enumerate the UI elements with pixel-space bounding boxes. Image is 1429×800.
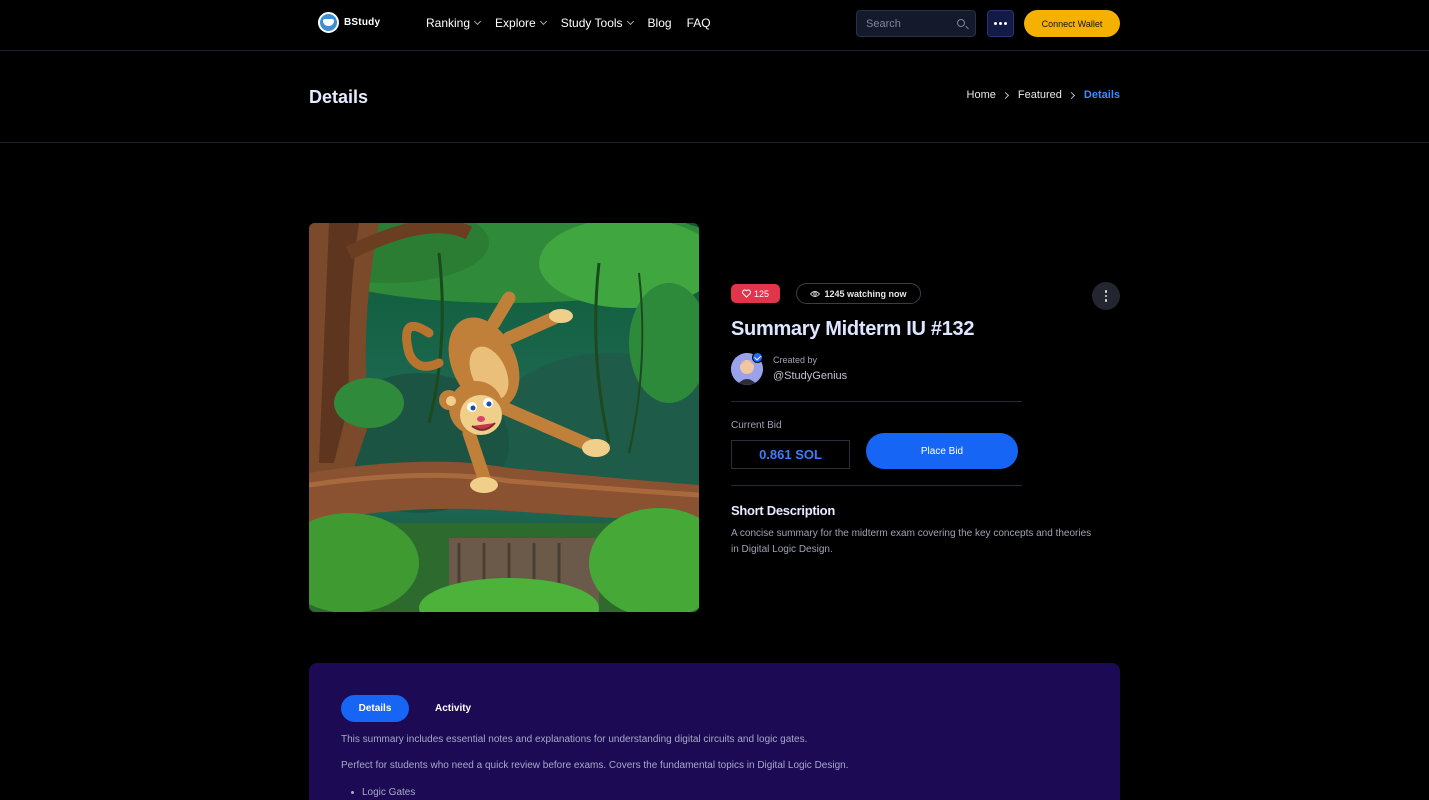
logo-text: BStudy xyxy=(344,17,381,28)
nav-faq[interactable]: FAQ xyxy=(687,16,711,30)
item-title: Summary Midterm IU #132 xyxy=(731,318,975,340)
details-panel: Details Activity This summary includes e… xyxy=(309,663,1120,800)
list-item: Logic Gates xyxy=(351,787,415,798)
nav-label: Ranking xyxy=(426,16,471,30)
more-horizontal-icon xyxy=(999,22,1002,25)
chevron-down-icon xyxy=(473,17,482,26)
connect-wallet-button[interactable]: Connect Wallet xyxy=(1024,10,1120,37)
creator-name[interactable]: @StudyGenius xyxy=(773,370,847,382)
breadcrumb-current: Details xyxy=(1083,89,1120,101)
nav-blog[interactable]: Blog xyxy=(648,16,672,30)
more-menu-button[interactable] xyxy=(987,10,1014,37)
current-bid-label: Current Bid xyxy=(731,420,782,431)
nav-label: Blog xyxy=(647,16,672,30)
verified-icon xyxy=(752,352,763,363)
nav-study-tools[interactable]: Study Tools xyxy=(560,16,634,30)
like-button[interactable]: 125 xyxy=(731,284,780,303)
top-navbar: BStudy Ranking Explore Study Tools Blog … xyxy=(0,0,1429,51)
more-horizontal-icon xyxy=(1004,22,1007,25)
nav-label: Study Tools xyxy=(560,16,623,30)
item-options-button[interactable] xyxy=(1092,282,1120,310)
more-vertical-icon xyxy=(1104,299,1108,302)
tab-details[interactable]: Details xyxy=(341,695,409,722)
nav-ranking[interactable]: Ranking xyxy=(426,16,482,30)
heart-icon xyxy=(742,289,751,298)
divider xyxy=(731,485,1022,486)
eye-icon xyxy=(810,290,821,297)
current-bid-value: 0.861 SOL xyxy=(731,440,850,469)
bullet xyxy=(351,791,354,794)
more-vertical-icon xyxy=(1104,290,1108,293)
page-title: Details xyxy=(309,87,369,107)
divider xyxy=(731,401,1022,402)
search-input[interactable] xyxy=(866,16,956,32)
breadcrumb-featured[interactable]: Featured xyxy=(1018,89,1062,101)
breadcrumb-home[interactable]: Home xyxy=(967,89,996,101)
tab-activity[interactable]: Activity xyxy=(435,703,471,714)
short-description-text: A concise summary for the midterm exam c… xyxy=(731,528,1092,555)
logo[interactable]: BStudy xyxy=(318,12,380,33)
nav-explore[interactable]: Explore xyxy=(495,16,547,30)
item-artwork xyxy=(309,223,699,612)
chevron-down-icon xyxy=(626,17,634,26)
nav-label: Explore xyxy=(495,16,536,30)
search-icon[interactable] xyxy=(957,19,965,27)
details-paragraph: This summary includes essential notes an… xyxy=(341,734,808,745)
page-title-bar: Details Home Featured Details xyxy=(0,51,1429,143)
details-paragraph: Perfect for students who need a quick re… xyxy=(341,760,849,771)
main-nav: Ranking Explore Study Tools Blog FAQ xyxy=(426,16,726,30)
breadcrumb: Home Featured Details xyxy=(967,89,1120,101)
search-box xyxy=(856,10,976,37)
chevron-down-icon xyxy=(539,17,547,26)
short-description-title: Short Description xyxy=(731,503,835,518)
watching-badge: 1245 watching now xyxy=(796,283,921,304)
chevron-right-icon xyxy=(1067,91,1075,99)
chevron-right-icon xyxy=(1001,91,1009,99)
creator-avatar[interactable] xyxy=(731,352,763,385)
place-bid-button[interactable]: Place Bid xyxy=(866,433,1018,469)
list-item-label: Logic Gates xyxy=(362,787,416,798)
logo-icon xyxy=(318,12,339,33)
more-vertical-icon xyxy=(1104,294,1108,298)
more-horizontal-icon xyxy=(994,22,997,25)
nav-label: FAQ xyxy=(686,16,711,30)
created-by-label: Created by xyxy=(773,355,818,365)
watching-count: 1245 watching now xyxy=(824,288,907,299)
like-count: 125 xyxy=(753,288,770,299)
